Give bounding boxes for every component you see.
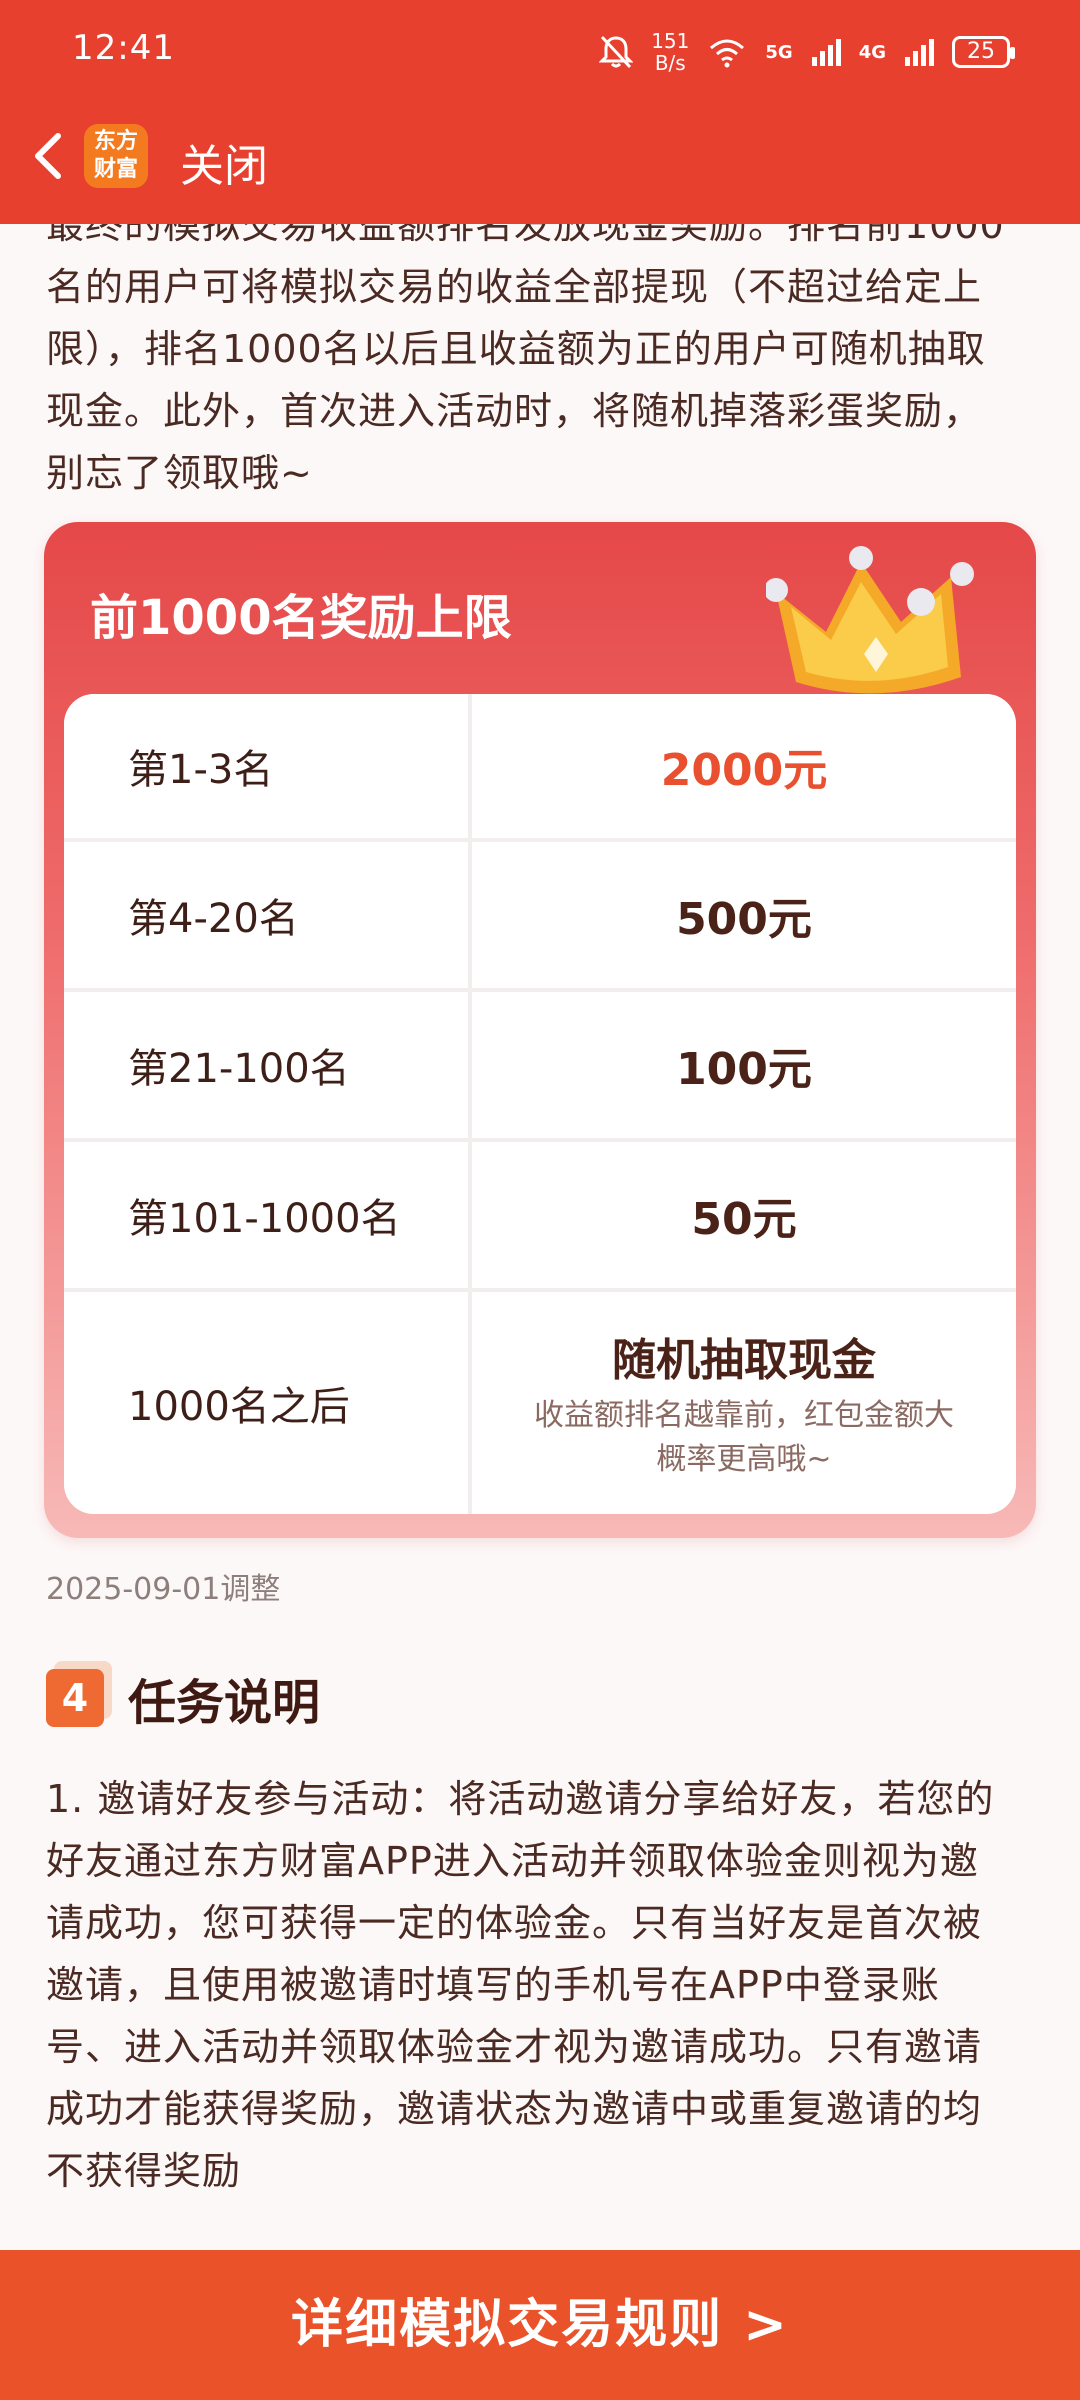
rank-cell: 第101-1000名 bbox=[64, 1142, 468, 1288]
rank-cell: 第21-100名 bbox=[64, 992, 468, 1138]
back-arrow-icon[interactable] bbox=[22, 126, 82, 186]
reward-card: 前1000名奖励上限 第1-3名 2000元 第4-20名 500元 第21-1… bbox=[44, 522, 1036, 1538]
task-line: 1. 邀请好友参与活动：将活动邀请分享给好友，若您的 bbox=[46, 1777, 995, 1821]
table-row: 1000名之后 随机抽取现金 收益额排名越靠前，红包金额大 概率更高哦~ bbox=[64, 1292, 1016, 1514]
table-row: 第1-3名 2000元 bbox=[64, 694, 1016, 838]
scroll-content[interactable]: 最终的模拟交易收益额排名发放现金奖励。排名前1000 名的用户可将模拟交易的收益… bbox=[0, 224, 1080, 2250]
top-bar: 12:41 151 B/s 5G 4G 25 东方 财富 关闭 bbox=[0, 0, 1080, 224]
adjust-date: 2025-09-01调整 bbox=[46, 1572, 281, 1607]
intro-line: 限），排名1000名以后且收益额为正的用户可随机抽取 bbox=[46, 327, 986, 371]
intro-line: 现金。此外，首次进入活动时，将随机掉落彩蛋奖励， bbox=[46, 389, 983, 433]
wifi-icon bbox=[710, 39, 745, 68]
section-number-badge: 4 bbox=[46, 1669, 104, 1727]
reward-card-title: 前1000名奖励上限 bbox=[90, 590, 512, 646]
section-heading: 4 任务说明 bbox=[46, 1662, 320, 1734]
net-speed-unit: B/s bbox=[654, 51, 686, 75]
reward-label: 随机抽取现金 bbox=[612, 1335, 876, 1386]
nav-bar: 东方 财富 关闭 bbox=[0, 108, 1080, 208]
task-line: 请成功，您可获得一定的体验金。只有当好友是首次被 bbox=[46, 1901, 983, 1945]
logo-line-2: 财富 bbox=[93, 157, 138, 182]
close-button[interactable]: 关闭 bbox=[180, 130, 268, 194]
table-row: 第21-100名 100元 bbox=[64, 992, 1016, 1138]
section-title: 任务说明 bbox=[128, 1675, 321, 1731]
reward-cell: 100元 bbox=[472, 992, 1016, 1138]
task-paragraph: 1. 邀请好友参与活动：将活动邀请分享给好友，若您的 好友通过东方财富APP进入… bbox=[46, 1768, 1036, 2202]
mute-bell-icon bbox=[599, 35, 634, 69]
task-line: 号、进入活动并领取体验金才视为邀请成功。只有邀请 bbox=[46, 2025, 983, 2069]
rank-cell: 第1-3名 bbox=[64, 694, 468, 838]
intro-line: 名的用户可将模拟交易的收益全部提现（不超过给定上 bbox=[46, 265, 983, 309]
rank-cell: 第4-20名 bbox=[64, 842, 468, 988]
task-line: 不获得奖励 bbox=[46, 2149, 242, 2193]
reward-table: 第1-3名 2000元 第4-20名 500元 第21-100名 100元 第1… bbox=[64, 694, 1016, 1514]
reward-note: 收益额排名越靠前，红包金额大 概率更高哦~ bbox=[534, 1394, 954, 1482]
net-speed-value: 151 bbox=[651, 29, 690, 53]
logo-line-1: 东方 bbox=[93, 129, 138, 154]
signal-bars-icon bbox=[905, 39, 934, 66]
intro-line: 别忘了领取哦~ bbox=[46, 451, 313, 495]
intro-paragraph: 最终的模拟交易收益额排名发放现金奖励。排名前1000 名的用户可将模拟交易的收益… bbox=[46, 224, 1036, 504]
table-row: 第4-20名 500元 bbox=[64, 842, 1016, 988]
rank-cell: 1000名之后 bbox=[64, 1292, 468, 1514]
intro-line: 最终的模拟交易收益额排名发放现金奖励。排名前1000 bbox=[46, 224, 1005, 247]
reward-cell: 随机抽取现金 收益额排名越靠前，红包金额大 概率更高哦~ bbox=[472, 1292, 1016, 1514]
net-speed: 151 B/s bbox=[651, 30, 689, 74]
signal-4g-label: 4G bbox=[858, 41, 886, 63]
task-line: 好友通过东方财富APP进入活动并领取体验金则视为邀 bbox=[46, 1839, 979, 1883]
status-time: 12:41 bbox=[72, 28, 175, 68]
reward-note-line: 收益额排名越靠前，红包金额大 bbox=[534, 1398, 954, 1433]
reward-cell: 2000元 bbox=[472, 694, 1016, 838]
status-icons: 151 B/s 5G 4G 25 bbox=[599, 24, 1015, 80]
detailed-rules-button[interactable]: 详细模拟交易规则 > bbox=[0, 2250, 1080, 2400]
reward-note-line: 概率更高哦~ bbox=[656, 1442, 832, 1477]
battery-icon: 25 bbox=[952, 36, 1015, 68]
task-line: 邀请，且使用被邀请时填写的手机号在APP中登录账 bbox=[46, 1963, 940, 2007]
signal-5g-label: 5G bbox=[765, 41, 793, 63]
app-logo: 东方 财富 bbox=[84, 124, 148, 188]
status-bar: 12:41 151 B/s 5G 4G 25 bbox=[0, 0, 1080, 100]
task-line: 成功才能获得奖励，邀请状态为邀请中或重复邀请的均 bbox=[46, 2087, 983, 2131]
reward-cell: 50元 bbox=[472, 1142, 1016, 1288]
signal-bars-icon bbox=[811, 39, 841, 66]
table-row: 第101-1000名 50元 bbox=[64, 1142, 1016, 1288]
crown-icon bbox=[766, 546, 974, 694]
reward-cell: 500元 bbox=[472, 842, 1016, 988]
